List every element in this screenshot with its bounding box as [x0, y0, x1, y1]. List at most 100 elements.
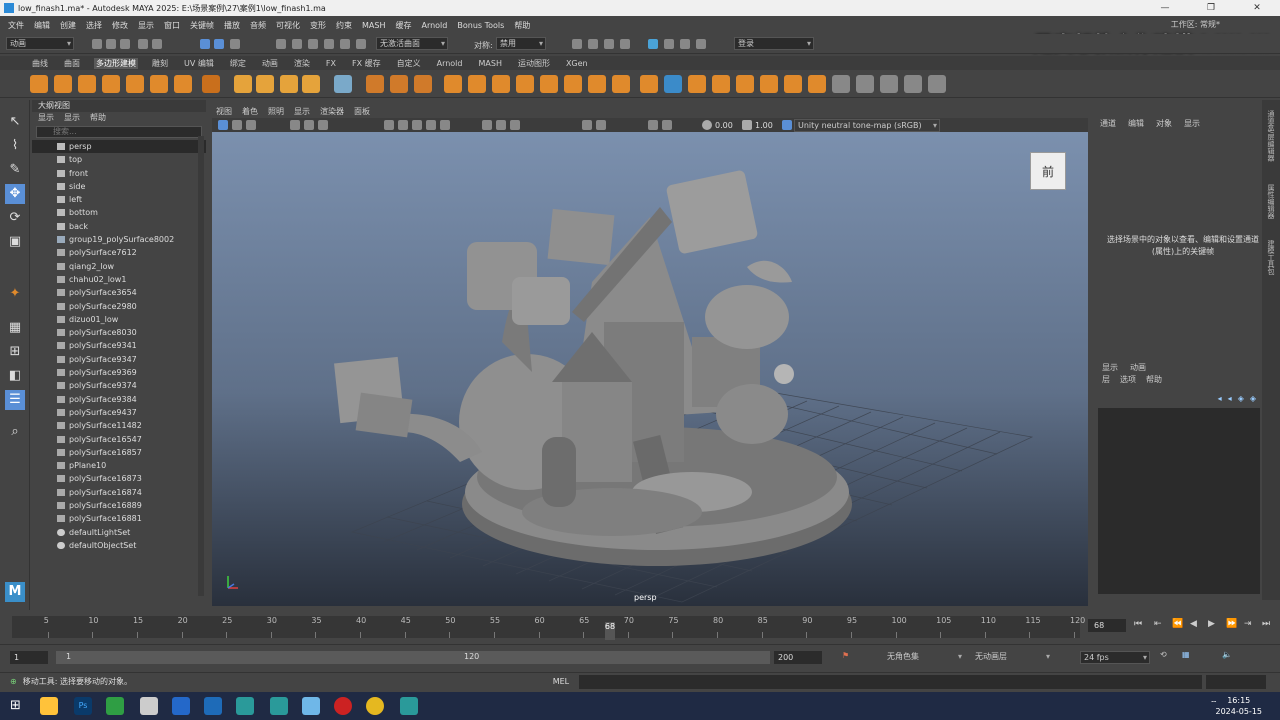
channelbox-menu-edit[interactable]: 编辑 — [1128, 118, 1144, 132]
menu-item-0[interactable]: 文件 — [8, 20, 24, 31]
poly-sphere-icon[interactable] — [30, 75, 48, 93]
select-camera-icon[interactable] — [218, 120, 228, 130]
menu-item-12[interactable]: 约束 — [336, 20, 352, 31]
new-layer-selected-icon[interactable]: ◈ — [1250, 394, 1256, 403]
maya-home-icon[interactable]: M — [5, 582, 25, 602]
select-tool-icon[interactable]: ↖ — [5, 112, 25, 132]
edge-loop-icon[interactable] — [640, 75, 658, 93]
scene-start-field[interactable]: 1 — [10, 651, 48, 664]
menu-item-3[interactable]: 选择 — [86, 20, 102, 31]
outliner-item[interactable]: dizuo01_low — [32, 313, 206, 326]
layer-tab-anim[interactable]: 动画 — [1130, 362, 1146, 374]
outliner-item[interactable]: polySurface16857 — [32, 446, 206, 459]
outliner-item[interactable]: polySurface9384 — [32, 393, 206, 406]
isolate-select-icon[interactable] — [482, 120, 492, 130]
uv-editor-icon[interactable] — [928, 75, 946, 93]
xray-icon[interactable] — [496, 120, 506, 130]
outliner-item[interactable]: group19_polySurface8002 — [32, 233, 206, 246]
outliner-item[interactable]: polySurface8030 — [32, 326, 206, 339]
shelf-tab-3[interactable]: 雕刻 — [150, 58, 170, 69]
maya-taskbar-icon-2[interactable] — [270, 697, 288, 715]
side-tab-channelbox[interactable]: 通道盒/层编辑器 — [1266, 110, 1276, 161]
chrome-icon[interactable] — [366, 697, 384, 715]
render-frame-icon[interactable] — [588, 39, 598, 49]
outliner-layout-icon[interactable]: ☰ — [5, 390, 25, 410]
extrude-icon[interactable] — [540, 75, 558, 93]
step-back-key-icon[interactable]: ⇤ — [1154, 619, 1162, 629]
select-component-icon[interactable] — [230, 39, 240, 49]
last-tool-icon[interactable]: ✦ — [5, 284, 25, 304]
new-scene-icon[interactable] — [92, 39, 102, 49]
shelf-tab-2[interactable]: 多边形建模 — [94, 57, 138, 69]
outliner-item[interactable]: defaultObjectSet — [32, 539, 206, 552]
search-icon[interactable]: ⌕ — [5, 422, 25, 442]
outliner-item[interactable]: polySurface9369 — [32, 366, 206, 379]
system-clock[interactable]: 16:15 2024-05-15 — [1216, 695, 1263, 717]
channelbox-menu-object[interactable]: 对象 — [1156, 118, 1172, 132]
gamma-icon[interactable] — [742, 120, 752, 130]
resolution-gate-icon[interactable] — [318, 120, 328, 130]
shelf-tab-13[interactable]: 运动图形 — [516, 58, 552, 69]
textured-icon[interactable] — [426, 120, 436, 130]
collapse-icon[interactable] — [736, 75, 754, 93]
fps-dropdown[interactable]: 24 fps — [1080, 651, 1150, 664]
windows-start-icon[interactable]: ⊞ — [10, 698, 21, 713]
login-dropdown[interactable]: 登录 — [734, 37, 814, 50]
shelf-tab-6[interactable]: 动画 — [260, 58, 280, 69]
move-tool-icon[interactable]: ✥ — [5, 184, 25, 204]
grid-toggle-icon[interactable] — [290, 120, 300, 130]
outliner-item[interactable]: polySurface9347 — [32, 353, 206, 366]
maya-taskbar-icon-3[interactable] — [400, 697, 418, 715]
outliner-item[interactable]: polySurface9341 — [32, 339, 206, 352]
viewport-scene[interactable] — [212, 132, 1088, 606]
bevel-icon[interactable] — [564, 75, 582, 93]
undo-icon[interactable] — [138, 39, 148, 49]
current-frame-marker[interactable]: 68 — [604, 622, 615, 640]
menu-item-4[interactable]: 修改 — [112, 20, 128, 31]
outliner-item[interactable]: persp — [32, 140, 206, 154]
shelf-tab-12[interactable]: MASH — [476, 59, 503, 68]
snap-view-icon[interactable] — [340, 39, 350, 49]
menu-item-2[interactable]: 创建 — [60, 20, 76, 31]
shelf-tab-1[interactable]: 曲面 — [62, 58, 82, 69]
outliner-menu-display[interactable]: 显示 — [38, 112, 54, 124]
menu-item-7[interactable]: 关键帧 — [190, 20, 214, 31]
smooth-shade-icon[interactable] — [398, 120, 408, 130]
character-set-dropdown[interactable]: 无角色集 — [884, 651, 964, 664]
live-surface-dropdown[interactable]: 无激活曲面 — [376, 37, 448, 50]
go-to-start-icon[interactable]: ⏮ — [1134, 619, 1142, 629]
poly-plane-icon[interactable] — [150, 75, 168, 93]
anim-prefs-icon[interactable]: ▦ — [1182, 650, 1190, 659]
snap-point-icon[interactable] — [308, 39, 318, 49]
exposure-field[interactable]: 0.00 — [715, 121, 733, 130]
wedge-icon[interactable] — [856, 75, 874, 93]
platonic-solid-icon[interactable] — [202, 75, 220, 93]
menu-item-16[interactable]: Bonus Tools — [457, 21, 504, 30]
loop-icon[interactable]: ⟲ — [1160, 650, 1167, 659]
step-back-frame-icon[interactable]: ⏪ — [1172, 619, 1183, 629]
recorder-icon[interactable] — [334, 697, 352, 715]
outliner-item[interactable]: polySurface16873 — [32, 472, 206, 485]
multi-cut-icon[interactable] — [612, 75, 630, 93]
xray-joints-icon[interactable] — [510, 120, 520, 130]
channelbox-menu-channels[interactable]: 通道 — [1100, 118, 1116, 132]
snap-grid-icon[interactable] — [276, 39, 286, 49]
shelf-tab-4[interactable]: UV 编辑 — [182, 58, 216, 69]
text-icon[interactable] — [280, 75, 298, 93]
script-language-toggle[interactable]: MEL — [553, 677, 573, 686]
wireframe-icon[interactable] — [384, 120, 394, 130]
color-management-icon[interactable] — [782, 120, 792, 130]
poly-cube-icon[interactable] — [54, 75, 72, 93]
grid-app-icon[interactable] — [140, 697, 158, 715]
save-scene-icon[interactable] — [120, 39, 130, 49]
current-frame-field[interactable]: 68 — [1088, 619, 1126, 632]
menu-item-17[interactable]: 帮助 — [514, 20, 530, 31]
lights-icon[interactable] — [440, 120, 450, 130]
viewport-menu-item[interactable]: 照明 — [268, 106, 284, 117]
new-layer-icon[interactable]: ◈ — [1238, 394, 1244, 403]
target-weld-icon[interactable] — [664, 75, 682, 93]
step-forward-frame-icon[interactable]: ⏩ — [1226, 619, 1237, 629]
fill-hole-icon[interactable] — [444, 75, 462, 93]
colorspace-dropdown[interactable]: Unity neutral tone-map (sRGB) — [794, 119, 940, 132]
close-button[interactable]: ✕ — [1234, 0, 1280, 16]
